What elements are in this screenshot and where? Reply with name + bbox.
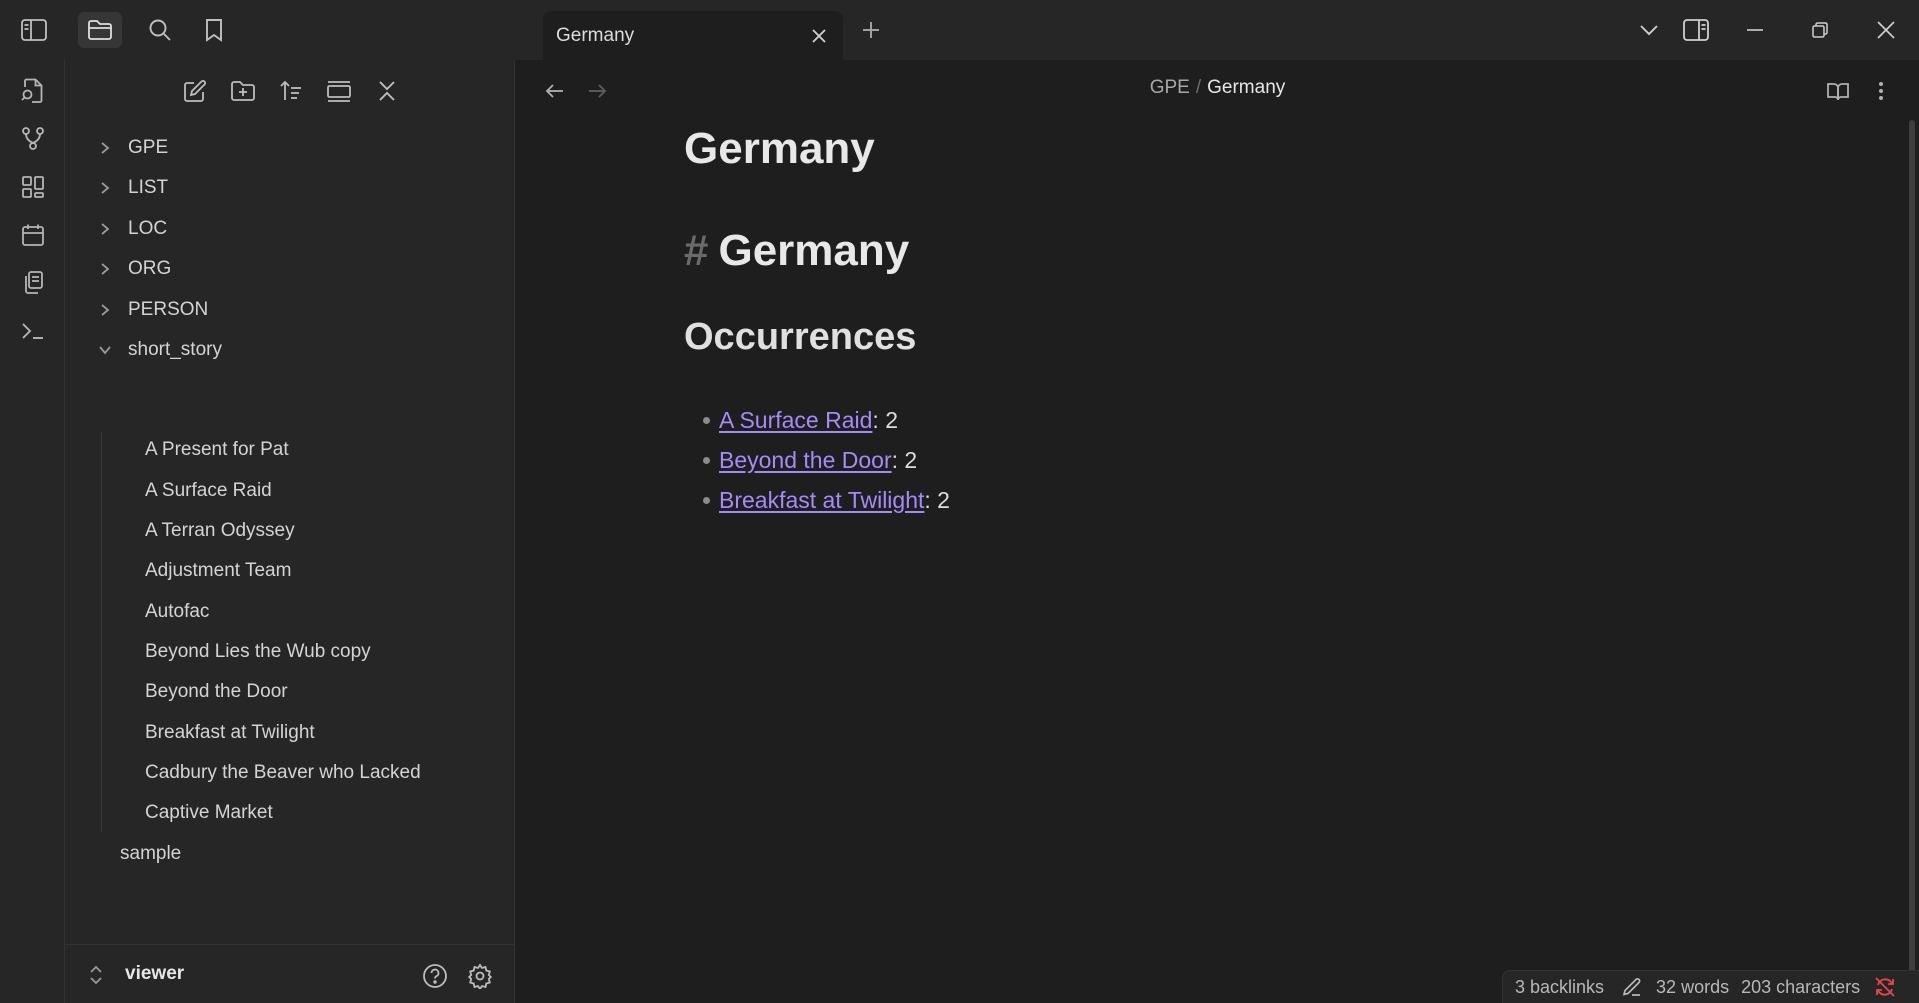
calendar-icon[interactable] [14, 216, 52, 254]
canvas-icon[interactable] [14, 168, 52, 206]
chevron-right-icon [95, 219, 115, 239]
bullet-icon [703, 416, 710, 424]
bookmark-icon[interactable] [192, 12, 236, 48]
internal-link[interactable]: A Surface Raid [719, 407, 872, 434]
occurrence-count: : 2 [924, 486, 950, 513]
editor-pane: GPE / Germany Germany # Germany Occurrences… [516, 60, 1919, 1003]
chevron-down-icon [95, 340, 115, 360]
occurrence-list: A Surface Raid: 2 Beyond the Door: 2 Bre… [684, 400, 950, 520]
chevron-right-icon [95, 178, 115, 198]
file-item[interactable]: Beyond the Door [145, 676, 288, 708]
folder-org[interactable]: ORG [95, 253, 171, 285]
folder-label: short_story [128, 339, 222, 360]
folder-label: LIST [128, 177, 169, 198]
reading-view-icon[interactable] [1821, 74, 1855, 108]
inline-title[interactable]: Germany [684, 124, 875, 174]
internal-link[interactable]: Breakfast at Twilight [719, 487, 924, 514]
file-item[interactable]: A Terran Odyssey [145, 515, 295, 547]
chevron-down-icon[interactable] [1629, 10, 1669, 50]
close-icon[interactable] [803, 20, 835, 52]
chevron-right-icon [95, 259, 115, 279]
folder-label: LOC [128, 218, 168, 239]
file-item[interactable]: Beyond Lies the Wub copy [145, 636, 371, 668]
window-close-icon[interactable] [1866, 10, 1906, 50]
breadcrumb-parent[interactable]: GPE [1150, 77, 1190, 98]
list-item: Beyond the Door: 2 [684, 440, 950, 480]
file-explorer: GPE LIST LOC ORG PERSON short_story A Pr… [65, 60, 515, 1003]
file-item[interactable]: Adjustment Team [145, 555, 291, 587]
minimize-icon[interactable] [1735, 10, 1775, 50]
chevron-right-icon [95, 138, 115, 158]
new-note-icon[interactable] [176, 72, 214, 110]
occurrence-count: : 2 [872, 406, 898, 433]
heading-1-text: Germany [718, 226, 910, 275]
vault-footer: viewer [65, 944, 515, 1003]
sync-error-icon[interactable] [1874, 976, 1896, 998]
tab-title: Germany [556, 24, 635, 46]
file-item[interactable]: A Present for Pat [145, 434, 289, 466]
restore-icon[interactable] [1800, 10, 1840, 50]
pencil-icon[interactable] [1622, 977, 1642, 997]
file-item[interactable]: Cadbury the Beaver who Lacked [145, 757, 421, 789]
file-item[interactable]: Breakfast at Twilight [145, 717, 315, 749]
breadcrumb-current[interactable]: Germany [1207, 77, 1285, 98]
settings-gear-icon[interactable] [463, 959, 497, 993]
templates-icon[interactable] [14, 264, 52, 302]
sort-icon[interactable] [272, 72, 310, 110]
tab-germany[interactable]: Germany [543, 11, 843, 60]
folder-short-story[interactable]: short_story [95, 334, 222, 366]
folder-label: ORG [128, 258, 172, 279]
file-item[interactable]: Captive Market [145, 797, 273, 829]
scrollbar[interactable] [1909, 120, 1915, 992]
occurrence-count: : 2 [891, 446, 918, 473]
list-item: A Surface Raid: 2 [684, 400, 950, 440]
graph-icon[interactable] [14, 120, 52, 158]
vault-switcher-icon[interactable] [89, 965, 103, 985]
right-sidebar-icon[interactable] [1676, 10, 1716, 50]
file-item-root[interactable]: sample [120, 838, 181, 870]
breadcrumb: GPE / Germany [516, 77, 1919, 99]
search-icon[interactable] [138, 12, 182, 48]
new-folder-icon[interactable] [224, 72, 262, 110]
chevron-right-icon [95, 300, 115, 320]
folder-list[interactable]: LIST [95, 172, 168, 204]
title-bar: Germany [0, 0, 1919, 60]
sidebar-toggle-icon[interactable] [12, 12, 56, 48]
folder-person[interactable]: PERSON [95, 294, 208, 326]
breadcrumb-separator: / [1195, 77, 1202, 98]
bullet-icon [703, 496, 710, 504]
vault-name[interactable]: viewer [125, 963, 184, 985]
folder-loc[interactable]: LOC [95, 213, 167, 245]
terminal-icon[interactable] [14, 312, 52, 350]
plus-icon[interactable] [855, 14, 887, 46]
heading-2: Occurrences [684, 316, 917, 358]
collapse-view-icon[interactable] [320, 72, 358, 110]
left-ribbon [0, 60, 65, 1003]
heading-1: # Germany [684, 226, 909, 276]
help-icon[interactable] [418, 959, 452, 993]
heading-marker: # [684, 226, 709, 275]
internal-link[interactable]: Beyond the Door [719, 447, 892, 474]
folder-gpe[interactable]: GPE [95, 132, 168, 164]
indent-guide [101, 432, 102, 832]
file-item[interactable]: Autofac [145, 596, 209, 628]
list-item: Breakfast at Twilight: 2 [684, 480, 950, 520]
folder-label: GPE [128, 137, 169, 158]
folder-icon[interactable] [78, 12, 122, 48]
collapse-all-icon[interactable] [368, 72, 406, 110]
status-bar: 3 backlinks 32 words 203 characters [1502, 970, 1919, 1003]
bullet-icon [703, 456, 710, 464]
file-item[interactable]: A Surface Raid [145, 475, 272, 507]
word-count: 32 words [1656, 976, 1730, 997]
character-count: 203 characters [1741, 976, 1861, 997]
more-options-icon[interactable] [1864, 74, 1898, 108]
quick-switch-icon[interactable] [14, 72, 52, 110]
folder-label: PERSON [128, 299, 209, 320]
backlinks-count[interactable]: 3 backlinks [1515, 977, 1604, 998]
